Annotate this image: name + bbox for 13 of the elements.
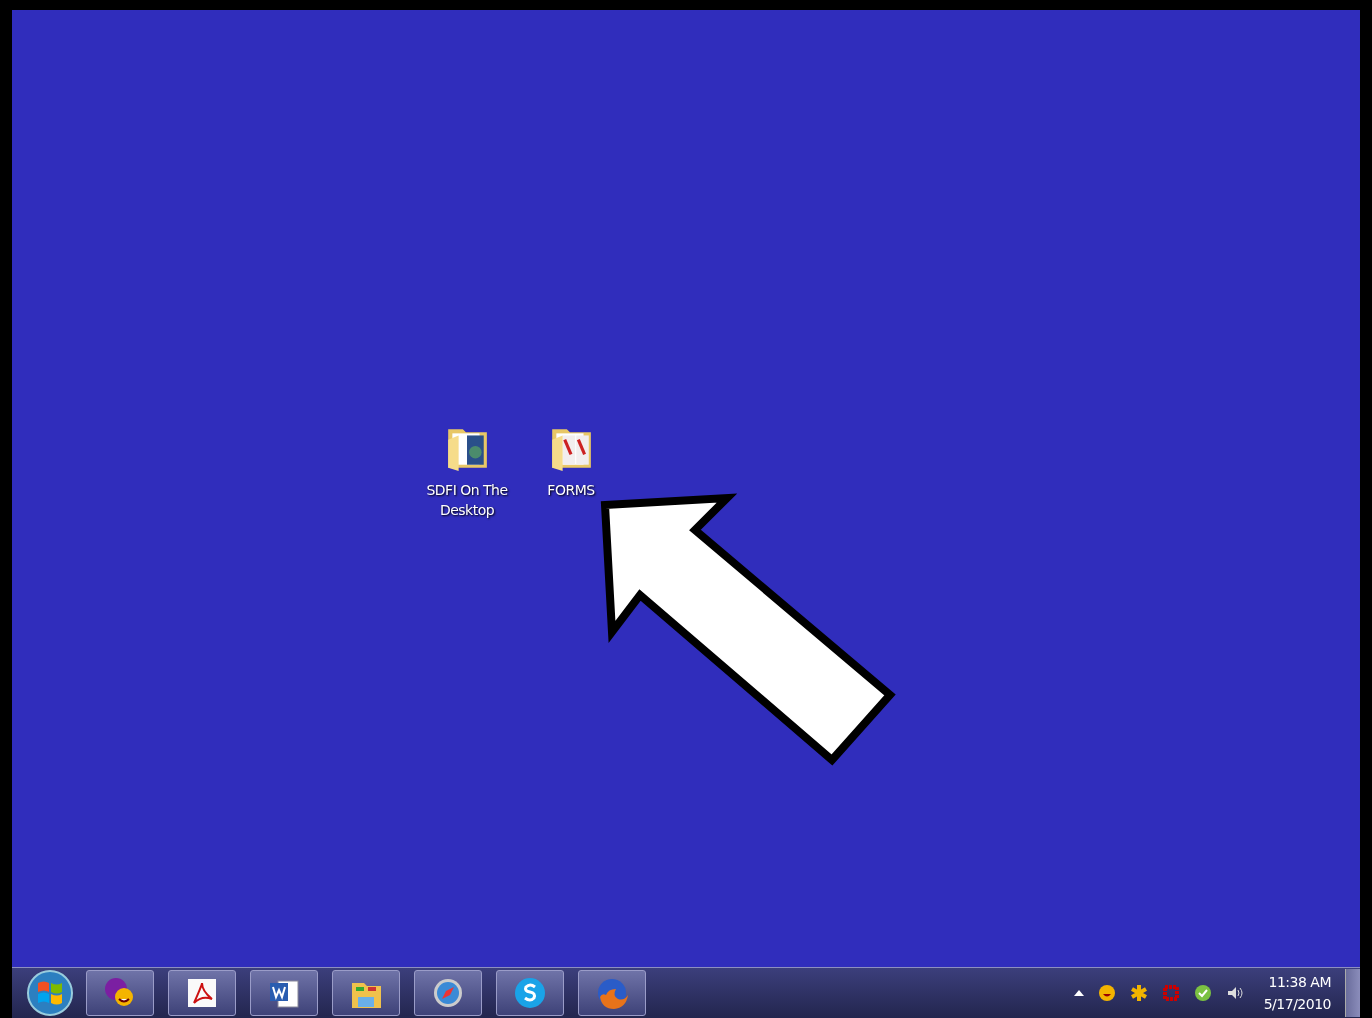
taskbar-button[interactable]: [414, 970, 482, 1016]
taskbar-button[interactable]: [250, 970, 318, 1016]
chat-icon: [512, 975, 548, 1011]
icon-label: FORMS: [547, 481, 595, 500]
clock-date: 5/17/2010: [1263, 995, 1331, 1014]
taskbar-button[interactable]: [168, 970, 236, 1016]
clock-time: 11:38 AM: [1268, 973, 1331, 992]
taskbar-button[interactable]: [86, 970, 154, 1016]
taskbar-button[interactable]: [496, 970, 564, 1016]
show-hidden-icons-button[interactable]: [1073, 990, 1084, 996]
icon-label: SDFI On The Desktop: [425, 481, 509, 520]
taskbar-button[interactable]: [332, 970, 400, 1016]
start-button[interactable]: [24, 969, 76, 1017]
